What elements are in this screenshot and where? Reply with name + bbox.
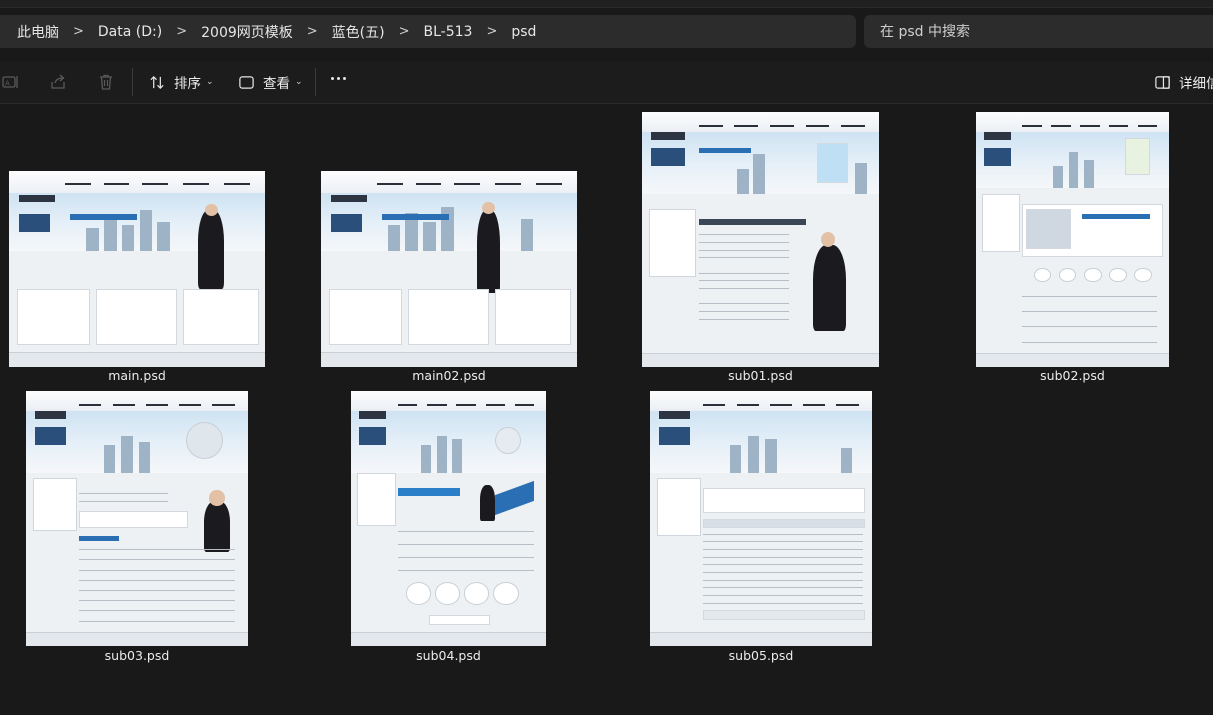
file-name: main.psd: [108, 368, 166, 383]
breadcrumb-item-bl-513[interactable]: BL-513: [424, 15, 473, 48]
breadcrumb-item-this-pc[interactable]: 此电脑: [17, 15, 59, 48]
rename-icon[interactable]: A: [0, 72, 22, 92]
address-bar[interactable]: 此电脑 > Data (D:) > 2009网页模板 > 蓝色(五) > BL-…: [0, 15, 856, 48]
file-name: sub01.psd: [728, 368, 793, 383]
file-thumbnail: [642, 112, 879, 367]
chevron-right-icon: >: [486, 24, 498, 39]
breadcrumb-label: 此电脑: [17, 24, 59, 41]
file-thumbnail: [321, 171, 577, 367]
details-pane-icon: [1155, 75, 1170, 89]
breadcrumb-label: 2009网页模板: [201, 24, 293, 41]
file-name: sub02.psd: [1040, 368, 1105, 383]
title-strip: [0, 0, 1213, 8]
view-button[interactable]: 查看 ⌄: [238, 69, 303, 95]
breadcrumb-item-psd[interactable]: psd: [511, 15, 536, 48]
breadcrumb-separator[interactable]: >: [73, 15, 84, 48]
details-label: 详细信: [1179, 76, 1213, 92]
breadcrumb-separator[interactable]: >: [307, 15, 318, 48]
toolbar-divider: [132, 68, 133, 96]
file-thumbnail: [9, 171, 265, 367]
command-bar: A 排序 ⌄ 查看 ⌄ 详细信: [0, 62, 1213, 104]
sort-button[interactable]: 排序 ⌄: [149, 69, 214, 95]
file-name: sub03.psd: [104, 648, 170, 663]
chevron-right-icon: >: [306, 24, 318, 39]
file-thumbnail: [650, 391, 872, 646]
trash-icon[interactable]: [95, 72, 117, 92]
view-label: 查看: [263, 76, 290, 92]
sort-label: 排序: [174, 76, 201, 92]
chevron-right-icon: >: [398, 24, 410, 39]
search-box[interactable]: [864, 15, 1213, 48]
chevron-right-icon: >: [73, 24, 84, 39]
breadcrumb-item-blue-5[interactable]: 蓝色(五): [332, 15, 385, 48]
svg-text:A: A: [5, 80, 10, 88]
file-thumbnail: [976, 112, 1169, 367]
file-name: sub04.psd: [416, 648, 481, 663]
breadcrumb-item-2009-templates[interactable]: 2009网页模板: [201, 15, 293, 48]
breadcrumb-label: Data (D:): [97, 23, 163, 40]
file-name: main02.psd: [412, 368, 486, 383]
chevron-down-icon: ⌄: [206, 77, 214, 87]
chevron-down-icon: ⌄: [295, 77, 303, 87]
file-thumbnail: [351, 391, 546, 646]
more-icon[interactable]: [331, 77, 346, 80]
file-thumbnail: [26, 391, 248, 646]
breadcrumb-label: 蓝色(五): [331, 24, 385, 41]
details-button[interactable]: 详细信: [1154, 72, 1213, 92]
breadcrumb-separator[interactable]: >: [176, 15, 187, 48]
breadcrumb-item-data-drive[interactable]: Data (D:): [98, 15, 162, 48]
breadcrumb-label: BL-513: [423, 23, 473, 40]
chevron-right-icon: >: [176, 24, 188, 39]
breadcrumb-separator[interactable]: >: [399, 15, 410, 48]
view-icon: [239, 75, 254, 89]
search-input[interactable]: [878, 22, 1202, 41]
share-icon[interactable]: [47, 72, 69, 92]
sort-icon: [150, 75, 164, 89]
breadcrumb-separator[interactable]: >: [486, 15, 497, 48]
breadcrumb-label: psd: [511, 23, 537, 40]
toolbar-divider: [315, 68, 316, 96]
file-name: sub05.psd: [728, 648, 794, 663]
